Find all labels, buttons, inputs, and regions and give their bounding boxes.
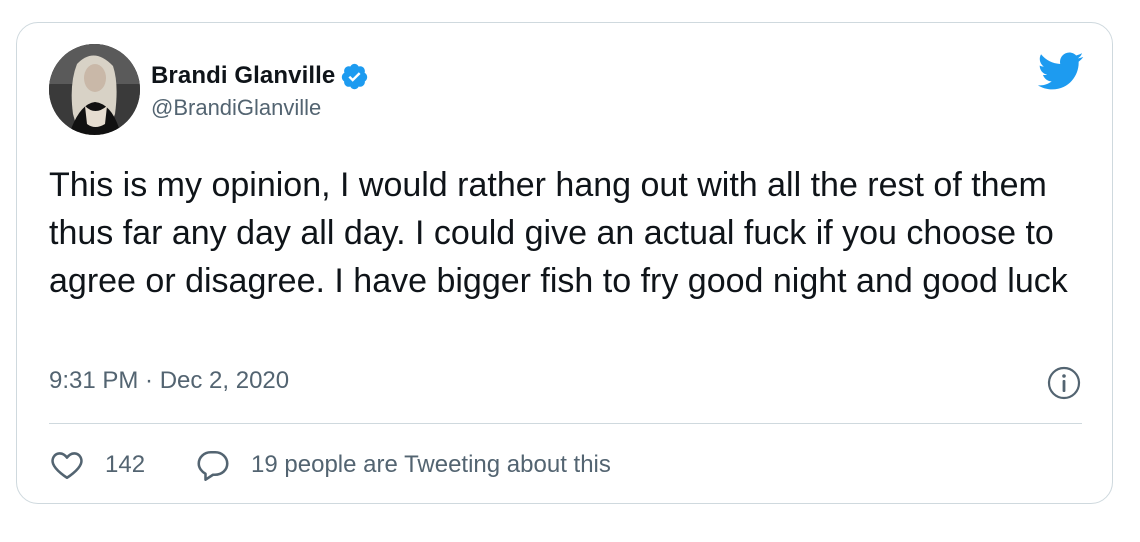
tweeting-about-link[interactable]: 19 people are Tweeting about this xyxy=(195,447,611,483)
verified-badge-icon xyxy=(340,62,369,91)
twitter-bird-icon[interactable] xyxy=(1036,51,1084,91)
author-handle[interactable]: @BrandiGlanville xyxy=(151,95,321,121)
heart-icon xyxy=(49,447,85,483)
tweet-card[interactable]: Brandi Glanville @BrandiGlanville This i… xyxy=(16,22,1113,504)
reply-bubble-icon xyxy=(195,447,231,483)
info-icon[interactable] xyxy=(1046,365,1082,401)
tweet-timestamp[interactable]: 9:31 PM · Dec 2, 2020 xyxy=(49,367,289,395)
tweet-text: This is my opinion, I would rather hang … xyxy=(49,166,1068,300)
like-button[interactable]: 142 xyxy=(49,447,145,483)
engagement-bar: 142 19 people are Tweeting about this xyxy=(49,447,611,483)
avatar[interactable] xyxy=(49,44,140,135)
author-name-row[interactable]: Brandi Glanville xyxy=(151,61,369,91)
like-count: 142 xyxy=(105,451,146,478)
divider xyxy=(49,423,1082,424)
author-display-name[interactable]: Brandi Glanville xyxy=(151,62,335,90)
tweeting-about-label: 19 people are Tweeting about this xyxy=(251,451,611,478)
